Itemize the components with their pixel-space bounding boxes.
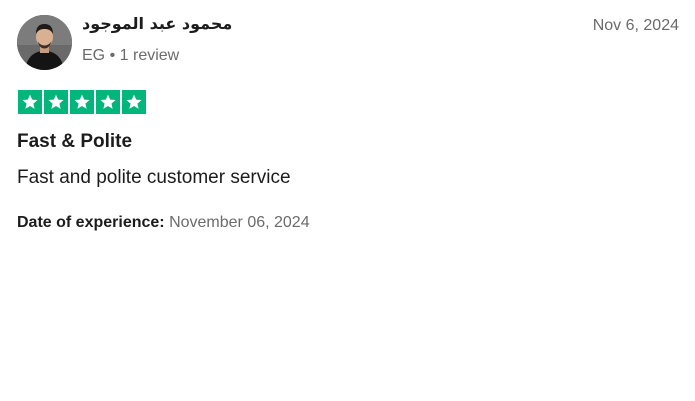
reviewer-meta: EG • 1 review [82, 47, 179, 65]
reviewer-country: EG [82, 47, 106, 64]
reviewer-review-count: 1 review [119, 47, 180, 64]
star-icon [70, 90, 94, 114]
review-date: Nov 6, 2024 [592, 17, 679, 34]
meta-separator: • [109, 47, 116, 64]
reviewer-name[interactable]: محمود عبد الموجود [82, 14, 232, 33]
star-rating [18, 90, 146, 114]
avatar-photo [17, 15, 72, 70]
star-icon [18, 90, 42, 114]
review-body: Fast and polite customer service [17, 167, 291, 188]
star-icon [96, 90, 120, 114]
avatar[interactable] [17, 15, 72, 70]
review-card: محمود عبد الموجود EG • 1 review Nov 6, 2… [0, 0, 695, 401]
star-icon [122, 90, 146, 114]
star-icon [44, 90, 68, 114]
experience-date: November 06, 2024 [169, 214, 310, 231]
review-title[interactable]: Fast & Polite [17, 131, 132, 153]
date-of-experience: Date of experience: November 06, 2024 [17, 214, 310, 232]
experience-label: Date of experience: [17, 214, 165, 231]
